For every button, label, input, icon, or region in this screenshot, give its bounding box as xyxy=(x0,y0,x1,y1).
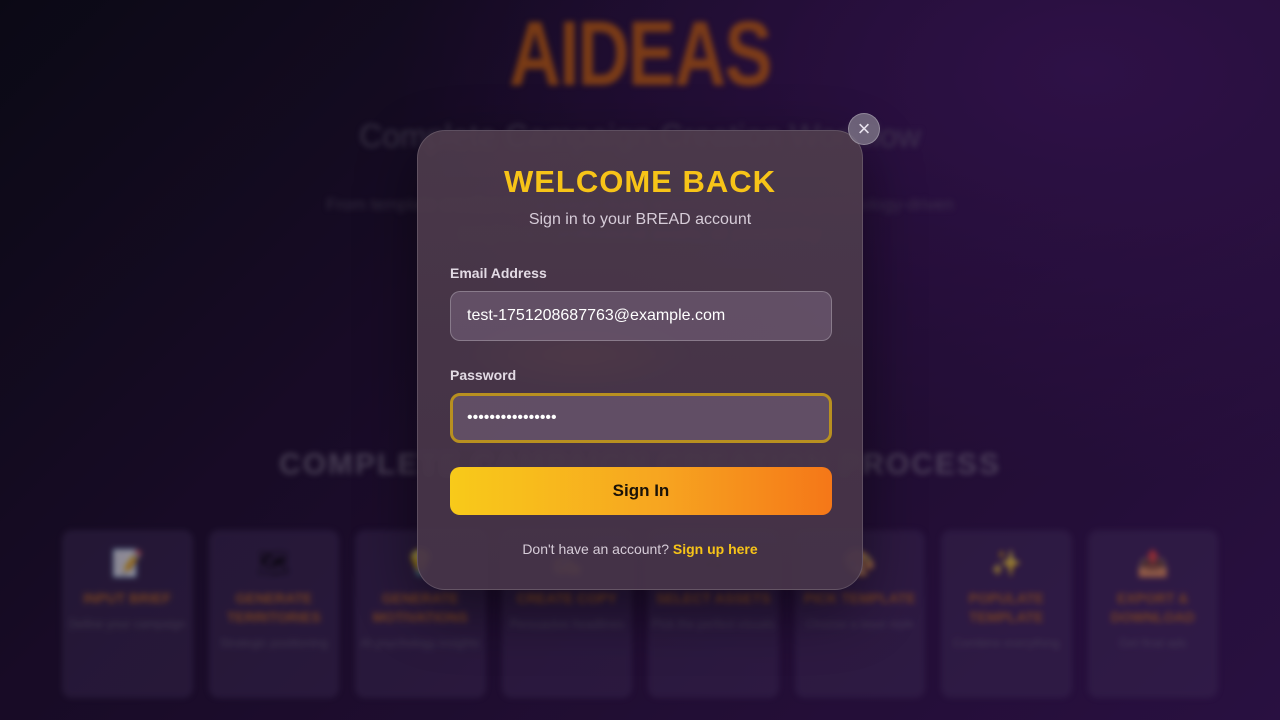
close-icon[interactable]: × xyxy=(848,113,880,145)
email-field[interactable] xyxy=(450,291,832,341)
modal-title: WELCOME BACK xyxy=(503,164,777,199)
login-modal: WELCOME BACK Sign in to your BREAD accou… xyxy=(417,130,863,590)
email-label: Email Address xyxy=(450,265,547,281)
sign-in-button[interactable]: Sign In xyxy=(450,467,832,515)
signup-prompt-text: Don't have an account? xyxy=(522,541,673,557)
password-label: Password xyxy=(450,367,517,383)
signup-prompt: Don't have an account? Sign up here xyxy=(418,541,862,557)
signup-link[interactable]: Sign up here xyxy=(673,541,758,557)
modal-subtitle: Sign in to your BREAD account xyxy=(528,211,752,228)
password-field[interactable] xyxy=(450,393,832,443)
